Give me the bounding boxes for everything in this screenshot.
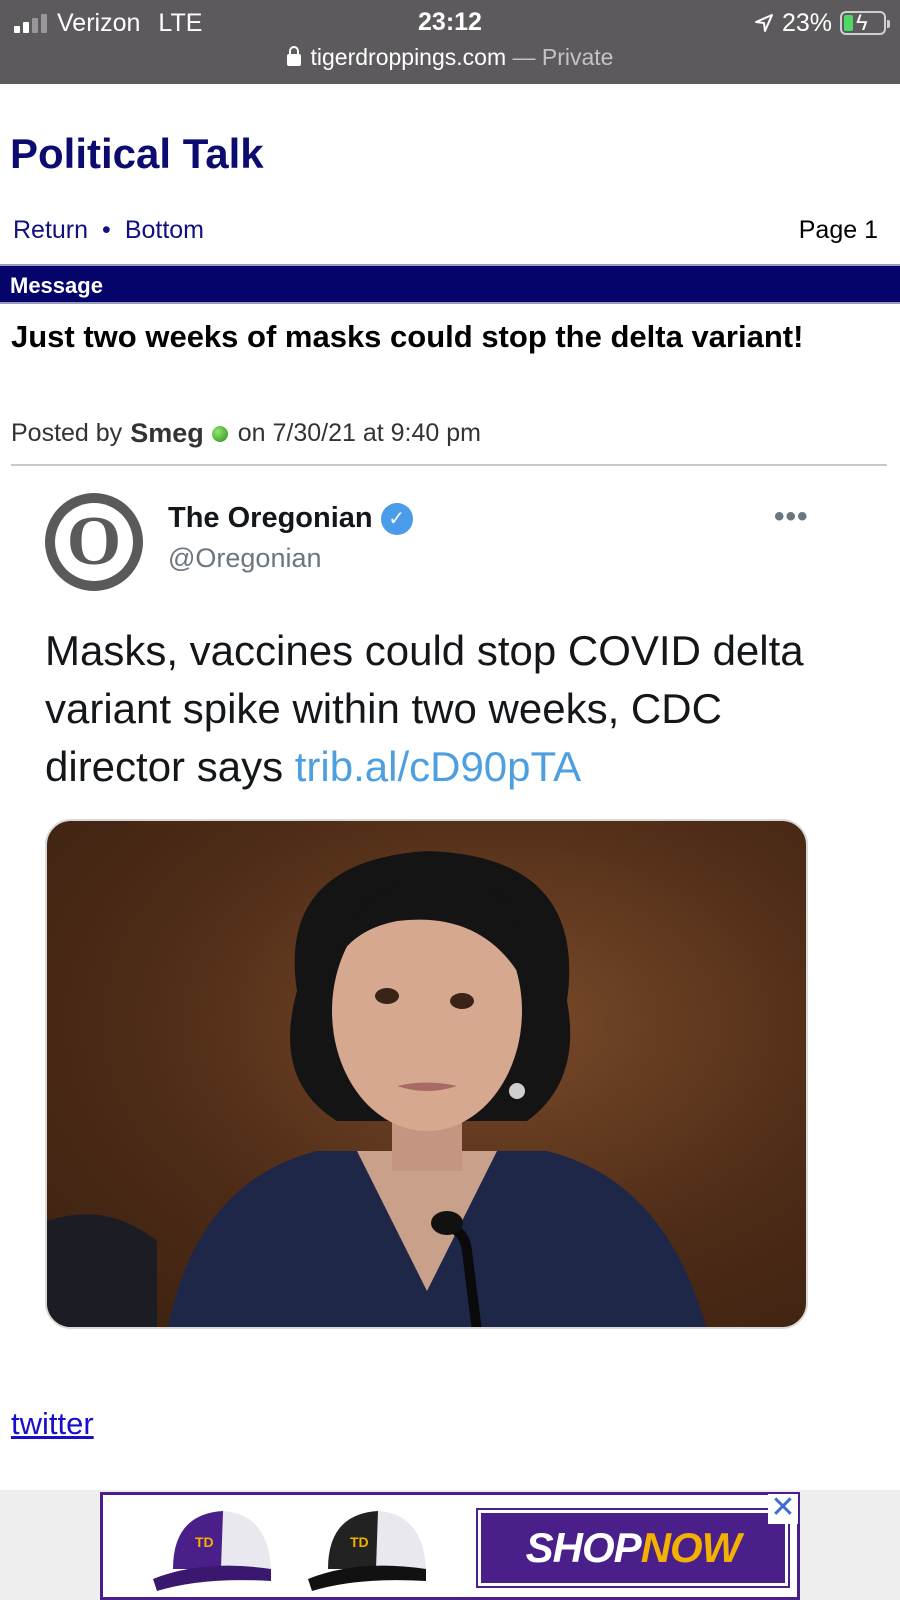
purple-cap-icon: TD — [153, 1511, 271, 1591]
return-link[interactable]: Return — [13, 216, 88, 245]
now-text: NOW — [640, 1524, 742, 1571]
ad-close-icon[interactable]: ✕ — [768, 1493, 798, 1524]
address-bar[interactable]: tigerdroppings.com — Private — [0, 44, 900, 71]
cap-logo-text: TD — [195, 1534, 214, 1550]
bottom-link[interactable]: Bottom — [125, 216, 204, 245]
tweet-name-text: The Oregonian — [168, 502, 373, 534]
tweet-text: Masks, vaccines could stop COVID delta v… — [45, 622, 835, 796]
shop-now-button[interactable]: SHOP NOW — [476, 1508, 790, 1588]
tweet-handle[interactable]: @Oregonian — [168, 543, 322, 574]
online-status-icon — [211, 425, 228, 442]
status-bar: Verizon LTE 23:12 23% ϟ tigerdroppings.c… — [0, 0, 900, 84]
avatar-logo-letter: O — [66, 503, 122, 580]
twitter-source-link[interactable]: twitter — [11, 1406, 94, 1442]
nav-separator: • — [102, 216, 111, 244]
black-cap-icon: TD — [308, 1511, 426, 1591]
cap-logo-text: TD — [350, 1534, 369, 1550]
shop-text: SHOP — [525, 1524, 642, 1571]
post-title: Just two weeks of masks could stop the d… — [11, 319, 804, 354]
thread-nav: Return • Bottom — [13, 216, 204, 245]
author-link[interactable]: Smeg — [130, 418, 204, 449]
forum-title[interactable]: Political Talk — [10, 130, 264, 178]
post-meta: Posted by Smeg on 7/30/21 at 9:40 pm — [11, 418, 481, 449]
tweet-avatar[interactable]: O — [45, 493, 143, 591]
private-label: — Private — [512, 44, 614, 70]
message-label: Message — [10, 273, 103, 298]
tweet-author-name[interactable]: The Oregonian ✓ — [168, 502, 413, 535]
posted-by-label: Posted by — [11, 419, 123, 447]
location-arrow-icon — [754, 14, 773, 32]
lock-icon — [286, 46, 301, 66]
verified-badge-icon: ✓ — [380, 502, 413, 535]
more-options-icon[interactable]: ••• — [774, 500, 809, 534]
post-date: on 7/30/21 at 9:40 pm — [237, 419, 481, 447]
page-indicator: Page 1 — [798, 216, 878, 244]
portrait-illustration — [47, 851, 706, 1327]
battery-percent: 23% — [781, 8, 832, 37]
url-text: tigerdroppings.com — [310, 44, 507, 70]
post-divider — [11, 464, 887, 466]
tweet-link[interactable]: trib.al/cD90pTA — [295, 743, 581, 790]
message-header-bar: Message — [0, 264, 900, 304]
battery-icon: ϟ — [840, 10, 890, 35]
status-right: 23% ϟ — [754, 8, 890, 38]
tweet-photo[interactable] — [45, 819, 808, 1329]
